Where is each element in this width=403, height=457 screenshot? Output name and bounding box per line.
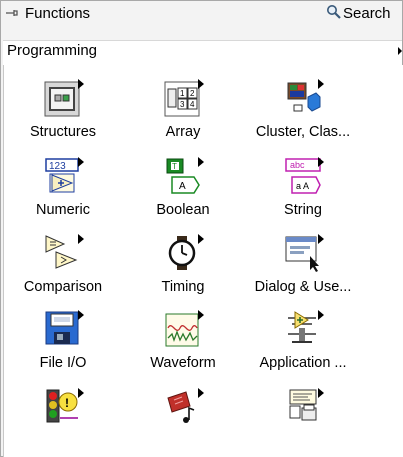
functions-palette-window: Functions Search Programming Structures … (0, 0, 403, 457)
structures-icon (44, 79, 84, 117)
palette-item-numeric[interactable]: 123 Numeric (4, 157, 122, 239)
item-label: Array (165, 124, 201, 140)
palette-item-cluster-class[interactable]: Cluster, Clas... (244, 79, 362, 161)
graphics-sound-icon (164, 388, 204, 426)
item-label: Numeric (36, 202, 90, 218)
report-generation-icon (284, 388, 324, 426)
application-control-icon (284, 310, 324, 348)
item-label: Cluster, Clas... (255, 124, 351, 140)
item-label: Comparison (23, 279, 103, 295)
item-label: Waveform (150, 355, 216, 371)
palette-item-report-generation[interactable] (244, 388, 362, 457)
synchronization-icon: ! (44, 388, 84, 426)
search-icon (327, 5, 341, 19)
svg-text:4: 4 (190, 100, 195, 109)
cluster-class-icon (284, 79, 324, 117)
dialog-user-interface-icon (284, 234, 324, 272)
numeric-icon: 123 (44, 157, 84, 195)
category-label: Programming (7, 42, 98, 59)
svg-text:123: 123 (49, 161, 66, 172)
palette-item-boolean[interactable]: T A Boolean (124, 157, 242, 239)
palette-item-comparison[interactable]: Comparison (4, 234, 122, 316)
svg-text:1: 1 (180, 89, 185, 98)
item-label: Dialog & Use... (254, 279, 352, 295)
submenu-arrow-icon (398, 47, 402, 55)
palette-item-synchronization[interactable]: ! (4, 388, 122, 457)
search-button[interactable]: Search (323, 3, 403, 23)
palette-item-application-control[interactable]: Application ... (244, 310, 362, 392)
palette-grid: Structures 1 2 3 4 Array Cluster, Clas..… (3, 65, 403, 457)
boolean-icon: T A (164, 157, 204, 195)
string-icon: abc a A (284, 157, 324, 195)
item-label: Structures (29, 124, 97, 140)
item-label: File I/O (39, 355, 87, 371)
timing-icon (164, 234, 204, 272)
palette-item-string[interactable]: abc a A String (244, 157, 362, 239)
svg-text:A: A (179, 181, 186, 192)
item-label: Boolean (156, 202, 210, 218)
palette-titlebar: Functions Search (1, 1, 402, 25)
palette-item-dialog-user-interface[interactable]: Dialog & Use... (244, 234, 362, 316)
search-label: Search (343, 5, 391, 22)
file-io-icon (44, 310, 84, 348)
pin-icon[interactable] (5, 5, 21, 21)
svg-text:!: ! (65, 396, 69, 410)
palette-item-array[interactable]: 1 2 3 4 Array (124, 79, 242, 161)
svg-text:2: 2 (190, 89, 195, 98)
svg-text:3: 3 (180, 100, 185, 109)
palette-title: Functions (25, 5, 91, 22)
waveform-icon (164, 310, 204, 348)
item-label: Application ... (259, 355, 347, 371)
palette-item-file-io[interactable]: File I/O (4, 310, 122, 392)
svg-text:T: T (172, 162, 177, 171)
array-icon: 1 2 3 4 (164, 79, 204, 117)
svg-text:a A: a A (296, 181, 309, 191)
category-header-programming[interactable]: Programming (3, 40, 402, 66)
svg-text:abc: abc (290, 160, 305, 170)
palette-item-graphics-sound[interactable] (124, 388, 242, 457)
palette-item-timing[interactable]: Timing (124, 234, 242, 316)
palette-item-waveform[interactable]: Waveform (124, 310, 242, 392)
item-label: Timing (161, 279, 205, 295)
palette-item-structures[interactable]: Structures (4, 79, 122, 161)
comparison-icon (44, 234, 84, 272)
item-label: String (284, 202, 322, 218)
